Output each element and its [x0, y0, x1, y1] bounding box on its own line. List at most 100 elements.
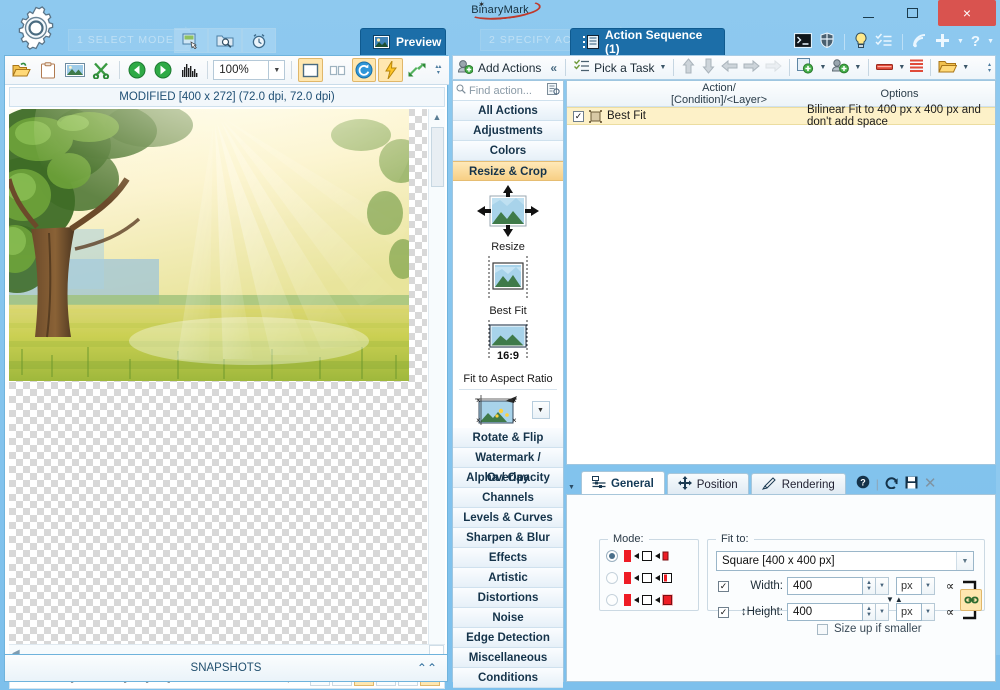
add-group-button[interactable] [831, 58, 849, 77]
mode-option-fit-with-bars[interactable] [600, 567, 698, 589]
action-item-best-fit[interactable]: Best Fit [453, 255, 563, 317]
move-down-button[interactable] [701, 58, 716, 77]
sidebar-item-noise[interactable]: Noise [453, 608, 563, 628]
swap-button[interactable] [405, 58, 430, 82]
checklist-icon[interactable] [875, 33, 893, 51]
maximize-button[interactable] [890, 0, 934, 26]
chevron-down-icon[interactable]: ▼ [854, 64, 861, 71]
close-icon[interactable]: ✕ [924, 476, 937, 491]
redo-button[interactable] [151, 58, 176, 82]
add-actions-label[interactable]: Add Actions [478, 61, 541, 75]
chevron-down-icon[interactable]: ▼ [269, 60, 285, 80]
actions-toolbar-overflow-button[interactable]: ▴ ▾ [988, 62, 991, 74]
collapse-actions-button[interactable]: « [550, 61, 557, 75]
width-input[interactable]: 400 [787, 577, 863, 595]
close-button[interactable]: × [938, 0, 996, 26]
chevron-down-icon[interactable]: ▼ [660, 64, 667, 71]
sidebar-item-all-actions[interactable]: All Actions [453, 101, 563, 121]
paste-button[interactable] [36, 58, 61, 82]
preview-image[interactable] [9, 109, 409, 381]
feed-icon[interactable] [912, 33, 928, 51]
chevron-down-icon[interactable]: ▼ [957, 38, 964, 45]
scroll-thumb[interactable] [431, 127, 444, 187]
undo-button[interactable] [124, 58, 149, 82]
tab-preview[interactable]: Preview [360, 28, 446, 55]
tab-rendering[interactable]: Rendering [751, 473, 846, 495]
scheduler-button[interactable] [242, 28, 276, 53]
width-checkbox[interactable]: ✓ [718, 581, 729, 592]
step-select-mode[interactable]: 1 SELECT MODE [68, 29, 190, 51]
refresh-button[interactable] [352, 58, 377, 82]
height-lock-icon[interactable]: ∝ [939, 603, 961, 621]
find-options-icon[interactable] [547, 83, 560, 98]
save-icon[interactable] [905, 476, 918, 492]
row-checkbox[interactable]: ✓ [573, 111, 584, 122]
open-folder-button[interactable] [9, 58, 34, 82]
chevron-down-icon[interactable]: ▼ [898, 64, 905, 71]
sidebar-item-conditions[interactable]: Conditions [453, 668, 563, 688]
width-lock-icon[interactable]: ∝ [939, 577, 961, 595]
single-view-button[interactable] [298, 58, 323, 82]
sidebar-item-distortions[interactable]: Distortions [453, 588, 563, 608]
auto-apply-button[interactable] [378, 58, 403, 82]
move-left-button[interactable] [721, 59, 738, 76]
split-view-button[interactable] [325, 58, 350, 82]
sidebar-item-adjustments[interactable]: Adjustments [453, 121, 563, 141]
chevron-up-icon[interactable]: ⌃⌃ [417, 661, 437, 675]
canvas-vertical-scrollbar[interactable]: ▲ [428, 109, 445, 644]
tab-general[interactable]: General [581, 471, 665, 495]
move-right-button[interactable] [743, 59, 760, 76]
folder-browse-button[interactable] [208, 28, 242, 53]
sidebar-item-levels-curves[interactable]: Levels & Curves [453, 508, 563, 528]
sidebar-item-effects[interactable]: Effects [453, 548, 563, 568]
width-unit-dropdown[interactable]: ▼ [922, 577, 935, 595]
list-view-button[interactable] [910, 59, 923, 77]
pick-task-label[interactable]: Pick a Task [594, 61, 654, 75]
column-header-action[interactable]: Action/ [Condition]/<Layer> [639, 82, 799, 106]
sidebar-item-rotate-flip[interactable]: Rotate & Flip [453, 428, 563, 448]
height-input[interactable]: 400 [787, 603, 863, 621]
sidebar-item-alpha-opacity[interactable]: Alpha / Opacity [453, 468, 563, 488]
fit-preset-select[interactable]: Square [400 x 400 px] ▼ [716, 551, 974, 571]
chevron-down-icon[interactable]: ▼ [987, 38, 994, 45]
shield-icon[interactable] [819, 32, 835, 51]
sidebar-item-edge-detection[interactable]: Edge Detection [453, 628, 563, 648]
action-item-resize[interactable]: Resize [453, 185, 563, 253]
action-item-fit-aspect-ratio[interactable]: 16:9 Fit to Aspect Ratio [453, 319, 563, 385]
width-unit[interactable]: px [896, 577, 922, 595]
histogram-button[interactable] [178, 58, 203, 82]
column-header-options[interactable]: Options [807, 88, 992, 100]
help-icon[interactable]: ? [856, 475, 870, 492]
cut-button[interactable] [89, 58, 114, 82]
reset-icon[interactable] [885, 476, 899, 492]
size-up-checkbox[interactable] [817, 624, 828, 635]
remove-action-button[interactable] [876, 61, 893, 75]
mode-option-shrink-only[interactable] [600, 545, 698, 567]
console-icon[interactable] [794, 33, 812, 51]
height-dropdown[interactable]: ▼ [876, 603, 889, 621]
height-unit-dropdown[interactable]: ▼ [922, 603, 935, 621]
minimize-button[interactable] [846, 0, 890, 26]
tip-icon[interactable] [854, 32, 868, 52]
height-checkbox[interactable]: ✓ [718, 607, 729, 618]
sidebar-item-sharpen-blur[interactable]: Sharpen & Blur [453, 528, 563, 548]
chevron-down-icon[interactable]: ▼ [819, 64, 826, 71]
find-action-field[interactable]: Find action... [453, 81, 563, 101]
image-canvas[interactable]: ▲ ◀ ▶ [9, 109, 445, 661]
sidebar-item-resize-crop[interactable]: Resize & Crop [453, 161, 563, 181]
help-icon[interactable]: ? [971, 33, 980, 50]
chevron-down-icon[interactable]: ▼ [956, 552, 973, 570]
snapshots-panel[interactable]: SNAPSHOTS ⌃⌃ [4, 654, 448, 682]
size-up-row[interactable]: Size up if smaller [817, 623, 922, 635]
scroll-up-icon[interactable]: ▲ [429, 109, 445, 125]
batch-mode-button[interactable] [174, 28, 208, 53]
sidebar-item-miscellaneous[interactable]: Miscellaneous [453, 648, 563, 668]
move-up-button[interactable] [681, 58, 696, 77]
zoom-combo[interactable]: 100% ▼ [213, 60, 285, 80]
link-aspect-button[interactable] [960, 589, 982, 611]
height-spinner[interactable]: ▲▼ [863, 603, 876, 621]
table-row[interactable]: ✓ Best Fit Bilinear Fit to 400 px x 400 … [567, 107, 995, 125]
zoom-value[interactable]: 100% [213, 60, 269, 80]
width-spinner[interactable]: ▲▼ [863, 577, 876, 595]
radio-icon[interactable] [606, 594, 618, 606]
